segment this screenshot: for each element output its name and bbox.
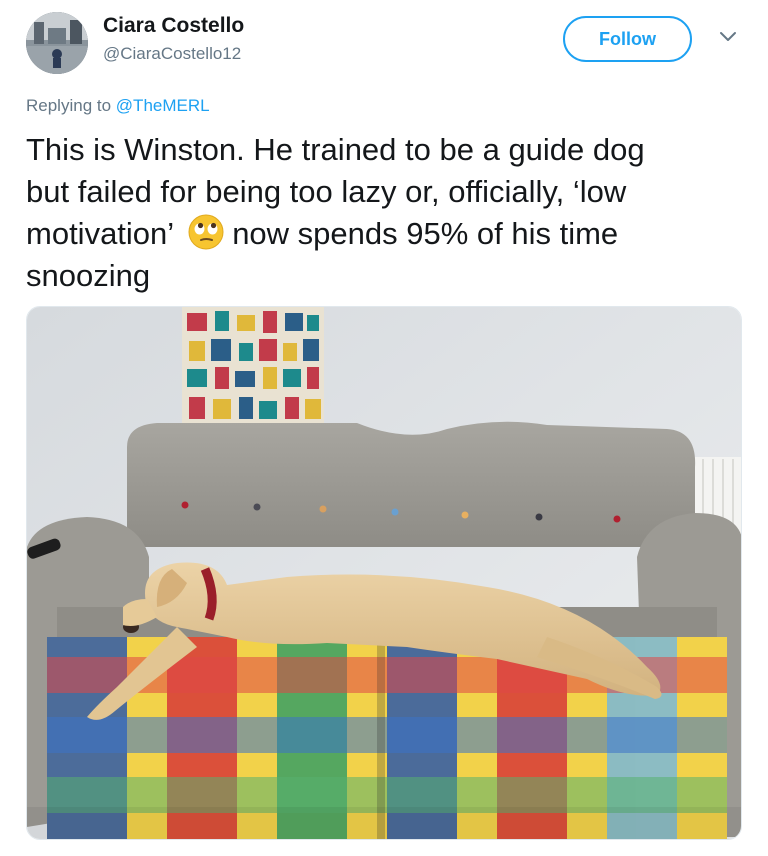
tweet-text-line-3-start: motivation’ (26, 216, 175, 251)
tweet-text-line-3: motivation’ now spends 95% of his time (26, 213, 746, 255)
tweet-text: This is Winston. He trained to be a guid… (26, 129, 746, 297)
tweet-text-line-2: but failed for being too lazy or, offici… (26, 174, 627, 209)
tweet-text-line-3-end: now spends 95% of his time (232, 216, 619, 251)
chevron-down-icon[interactable] (719, 30, 737, 44)
rolling-eyes-emoji-icon (188, 214, 224, 250)
follow-button[interactable]: Follow (563, 16, 692, 62)
avatar[interactable] (26, 12, 88, 74)
tweet-card: Ciara Costello @CiaraCostello12 Follow R… (0, 0, 768, 856)
tweet-photo[interactable] (26, 306, 742, 840)
user-handle[interactable]: @CiaraCostello12 (103, 44, 241, 64)
patterned-cushion (182, 307, 324, 429)
replying-to: Replying to @TheMERL (26, 96, 210, 116)
tweet-text-line-1: This is Winston. He trained to be a guid… (26, 132, 645, 167)
display-name[interactable]: Ciara Costello (103, 14, 244, 38)
dog-on-sofa-photo (27, 307, 741, 839)
reply-mention-link[interactable]: @TheMERL (116, 96, 210, 115)
tweet-text-line-4: snoozing (26, 258, 151, 293)
replying-to-label: Replying to (26, 96, 112, 115)
